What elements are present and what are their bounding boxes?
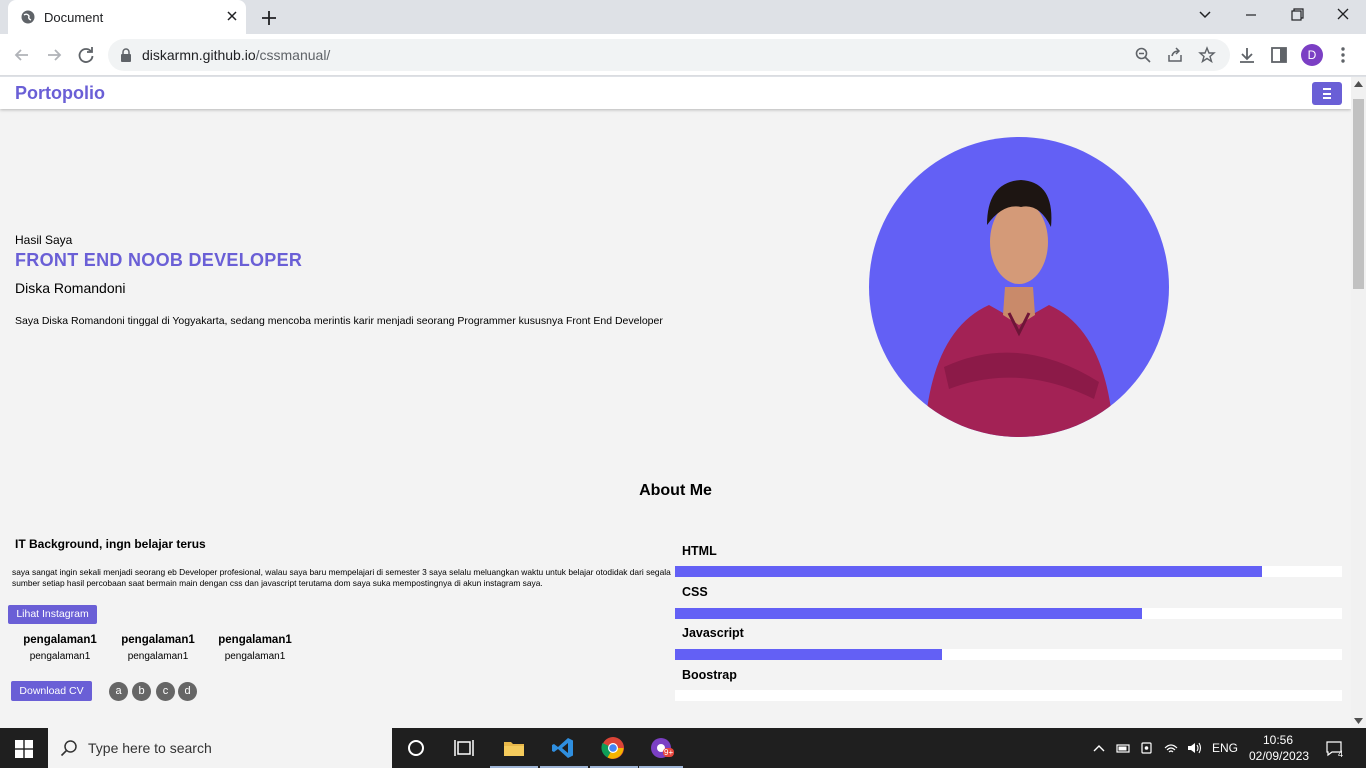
meet-now-icon[interactable] xyxy=(1139,740,1155,756)
site-brand[interactable]: Portopolio xyxy=(15,83,105,104)
reload-icon[interactable] xyxy=(75,44,97,66)
bookmark-star-icon[interactable] xyxy=(1198,46,1216,64)
person-illustration xyxy=(924,180,1114,437)
experience-title: pengalaman1 xyxy=(23,634,97,646)
lock-icon[interactable] xyxy=(120,48,132,62)
scroll-up-arrow-icon[interactable] xyxy=(1354,81,1363,87)
experience-item: pengalaman1 pengalaman1 xyxy=(110,634,206,662)
notification-count: 4 xyxy=(1338,749,1344,759)
experience-subtitle: pengalaman1 xyxy=(224,651,286,662)
skill-label-css: CSS xyxy=(682,585,708,599)
vscode-icon[interactable] xyxy=(551,736,575,760)
profile-photo xyxy=(869,137,1169,437)
about-title: About Me xyxy=(639,482,712,499)
new-tab-icon[interactable] xyxy=(259,8,279,28)
minimize-icon[interactable] xyxy=(1238,4,1264,26)
skill-fill xyxy=(675,566,1262,577)
browser-toolbar: diskarmn.github.io/cssmanual/ D xyxy=(0,34,1366,76)
windows-start-icon[interactable] xyxy=(15,740,33,758)
about-text: saya sangat ingin sekali menjadi seorang… xyxy=(12,567,671,588)
globe-icon xyxy=(21,10,35,24)
page-scrollbar[interactable] xyxy=(1351,77,1366,728)
experience-subtitle: pengalaman1 xyxy=(29,651,91,662)
network-icon[interactable] xyxy=(1163,740,1179,756)
browser-tab[interactable]: Document xyxy=(8,0,246,34)
menu-dots-icon[interactable] xyxy=(1333,45,1353,65)
scroll-down-arrow-icon[interactable] xyxy=(1354,718,1363,724)
site-navbar: Portopolio xyxy=(0,77,1351,109)
url-text: diskarmn.github.io/cssmanual/ xyxy=(142,47,331,63)
search-placeholder: Type here to search xyxy=(88,740,212,756)
scroll-thumb[interactable] xyxy=(1353,99,1364,289)
share-icon[interactable] xyxy=(1166,46,1184,64)
skill-bar-html xyxy=(675,566,1342,577)
chrome-icon[interactable] xyxy=(601,736,625,760)
hero-title: FRONT END NOOB DEVELOPER xyxy=(15,250,303,270)
app-badge: 9+ xyxy=(664,748,674,757)
experience-subtitle: pengalaman1 xyxy=(127,651,189,662)
social-link-a[interactable]: a xyxy=(109,682,128,701)
volume-icon[interactable] xyxy=(1186,740,1202,756)
close-tab-icon[interactable] xyxy=(224,8,240,24)
about-subtitle: IT Background, ingn belajar terus xyxy=(15,537,206,551)
battery-icon[interactable] xyxy=(1115,740,1131,756)
search-icon xyxy=(60,740,77,757)
download-icon[interactable] xyxy=(1237,45,1257,65)
chevron-up-icon[interactable] xyxy=(1091,740,1107,756)
language-indicator[interactable]: ENG xyxy=(1212,741,1238,755)
windows-taskbar: Type here to search 9+ ENG 10:56 02/09/2… xyxy=(0,728,1366,768)
profile-avatar[interactable]: D xyxy=(1301,44,1323,66)
page-viewport: Portopolio Hasil Saya FRONT END NOOB DEV… xyxy=(0,77,1366,728)
hero-name: Diska Romandoni xyxy=(15,280,126,296)
skill-label-javascript: Javascript xyxy=(682,626,744,640)
social-link-d[interactable]: d xyxy=(178,682,197,701)
forward-icon[interactable] xyxy=(43,44,65,66)
experience-title: pengalaman1 xyxy=(121,634,195,646)
zoom-icon[interactable] xyxy=(1134,46,1152,64)
file-explorer-icon[interactable] xyxy=(502,736,526,760)
back-icon[interactable] xyxy=(11,44,33,66)
tab-search-icon[interactable] xyxy=(1192,4,1218,26)
experience-item: pengalaman1 pengalaman1 xyxy=(207,634,303,662)
instagram-button[interactable]: Lihat Instagram xyxy=(8,605,97,624)
clock-date[interactable]: 02/09/2023 xyxy=(1249,749,1309,763)
address-bar[interactable]: diskarmn.github.io/cssmanual/ xyxy=(108,39,1230,71)
skill-label-html: HTML xyxy=(682,544,717,558)
social-link-c[interactable]: c xyxy=(156,682,175,701)
social-link-b[interactable]: b xyxy=(132,682,151,701)
skill-bar-css xyxy=(675,608,1342,619)
side-panel-icon[interactable] xyxy=(1269,45,1289,65)
skill-fill xyxy=(675,649,942,660)
skill-bar-bootstrap xyxy=(675,690,1342,701)
download-cv-button[interactable]: Download CV xyxy=(11,681,92,701)
hero-eyebrow: Hasil Saya xyxy=(15,233,73,247)
close-window-icon[interactable] xyxy=(1330,4,1356,26)
skill-bar-javascript xyxy=(675,649,1342,660)
skill-label-bootstrap: Boostrap xyxy=(682,668,737,682)
menu-toggle-button[interactable] xyxy=(1312,82,1342,105)
experience-title: pengalaman1 xyxy=(218,634,292,646)
task-view-icon[interactable] xyxy=(452,736,476,760)
restore-icon[interactable] xyxy=(1284,4,1310,26)
tab-title: Document xyxy=(44,10,104,25)
hero-description: Saya Diska Romandoni tinggal di Yogyakar… xyxy=(15,315,663,327)
clock-time[interactable]: 10:56 xyxy=(1263,733,1293,747)
taskbar-search-box[interactable]: Type here to search xyxy=(48,728,392,768)
browser-tab-strip: Document xyxy=(0,0,1366,34)
cortana-icon[interactable] xyxy=(404,736,428,760)
skill-fill xyxy=(675,608,1142,619)
experience-item: pengalaman1 pengalaman1 xyxy=(12,634,108,662)
